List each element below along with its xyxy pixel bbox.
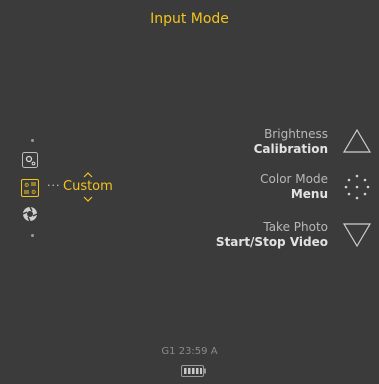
selected-mode-label[interactable]: Custom [63,179,113,194]
page-title: Input Mode [150,11,229,27]
menu-label: Menu [290,187,328,201]
battery-icon [181,362,207,377]
calibration-label: Calibration [253,142,328,156]
photo-video-action[interactable]: Take Photo Start/Stop Video [216,220,328,250]
selection-connector: ··· [47,179,61,192]
take-photo-label: Take Photo [263,220,328,234]
scroll-dot-top [31,139,34,142]
triangle-up-icon[interactable] [342,127,372,157]
camera-menu-screen: Input Mode ⚙ ⚙ ··· Custom Brightness Cal… [0,0,379,384]
custom-mode-icon[interactable]: ⚙ ⚙ [21,179,39,197]
chevron-up-icon[interactable] [83,172,93,178]
triangle-down-icon[interactable] [342,219,372,249]
color-mode-label: Color Mode [260,172,328,186]
svg-text:⚙: ⚙ [31,189,36,196]
gear-small-icon[interactable] [22,152,38,168]
scroll-dot-bottom [31,234,34,237]
color-mode-menu-action[interactable]: Color Mode Menu [260,172,328,202]
shutter-aperture-icon[interactable] [22,206,38,222]
chevron-down-icon[interactable] [83,196,93,202]
svg-text:⚙: ⚙ [24,182,29,189]
brightness-calibration-action[interactable]: Brightness Calibration [254,127,328,157]
start-stop-video-label: Start/Stop Video [215,235,328,249]
brightness-label: Brightness [264,127,328,141]
dot-circle-icon[interactable] [342,172,372,202]
status-text: G1 23:59 A [161,346,218,357]
